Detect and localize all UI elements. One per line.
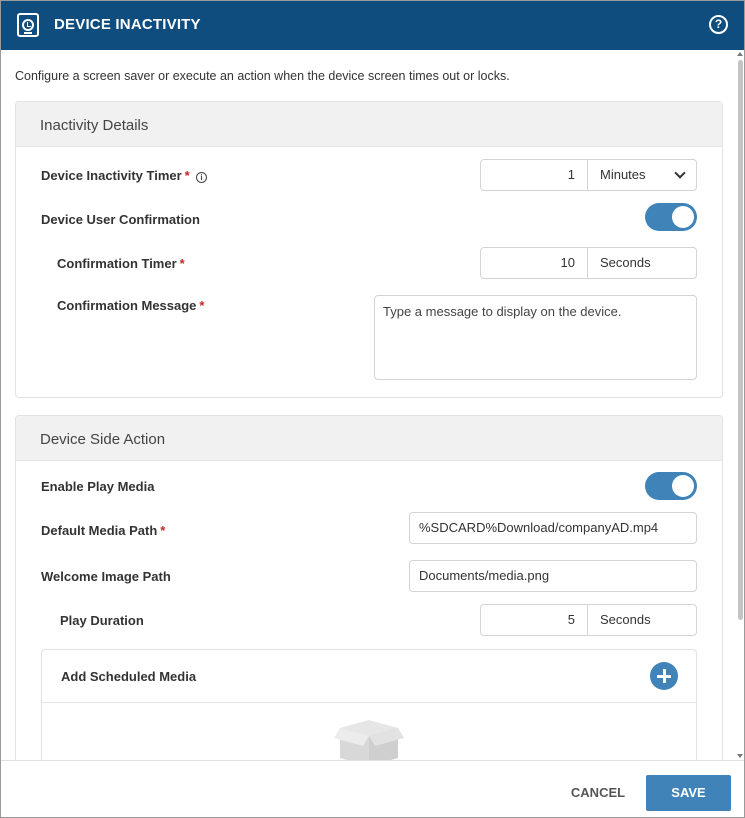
play-duration-label: Play Duration	[60, 613, 144, 628]
chevron-down-icon	[674, 167, 686, 179]
required-marker: *	[160, 523, 166, 538]
inactivity-timer-label: Device Inactivity Timer *	[41, 168, 190, 183]
scroll-down-arrow-icon[interactable]	[737, 754, 743, 758]
toggle-knob	[672, 206, 694, 228]
toggle-knob	[672, 475, 694, 497]
add-scheduled-media-label: Add Scheduled Media	[61, 669, 197, 684]
play-duration-input[interactable]: 5	[480, 604, 588, 636]
scheduled-media-panel: Add Scheduled Media	[41, 649, 697, 760]
inactivity-timer-input[interactable]: 1	[480, 159, 588, 191]
device-side-action-title: Device Side Action	[40, 431, 166, 448]
cancel-button[interactable]: CANCEL	[557, 775, 639, 811]
play-duration-unit: Seconds	[588, 604, 697, 636]
scroll-up-arrow-icon[interactable]	[737, 52, 743, 56]
help-icon[interactable]: ?	[709, 15, 728, 34]
plus-circle-icon[interactable]	[650, 662, 678, 690]
default-media-path-input[interactable]: %SDCARD%Download/companyAD.mp4	[409, 512, 697, 544]
device-clock-icon	[17, 13, 39, 37]
intro-text: Configure a screen saver or execute an a…	[15, 69, 510, 83]
required-marker: *	[199, 298, 205, 313]
enable-play-media-label: Enable Play Media	[41, 479, 155, 494]
confirmation-timer-label: Confirmation Timer *	[57, 256, 185, 271]
dialog-footer: CANCEL SAVE	[1, 760, 744, 817]
empty-box-icon	[334, 720, 404, 760]
welcome-image-path-input[interactable]: Documents/media.png	[409, 560, 697, 592]
user-confirmation-label: Device User Confirmation	[41, 212, 200, 227]
play-media-toggle[interactable]	[645, 472, 697, 500]
user-confirmation-toggle[interactable]	[645, 203, 697, 231]
confirmation-message-textarea[interactable]: Type a message to display on the device.	[374, 295, 697, 380]
inactivity-details-card: Inactivity Details Device Inactivity Tim…	[15, 101, 723, 398]
dialog-header: DEVICE INACTIVITY ?	[1, 1, 744, 50]
default-media-path-label: Default Media Path *	[41, 523, 166, 538]
required-marker: *	[184, 168, 190, 183]
confirmation-message-label: Confirmation Message *	[57, 298, 205, 313]
dialog-body[interactable]: Configure a screen saver or execute an a…	[1, 50, 744, 760]
confirmation-timer-input[interactable]: 10	[480, 247, 588, 279]
inactivity-timer-unit-select[interactable]: Minutes	[588, 159, 697, 191]
info-icon[interactable]: i	[196, 172, 207, 183]
vertical-scrollbar[interactable]	[736, 50, 744, 760]
inactivity-details-title: Inactivity Details	[40, 117, 149, 134]
confirmation-timer-unit: Seconds	[588, 247, 697, 279]
save-button[interactable]: SAVE	[646, 775, 731, 811]
required-marker: *	[179, 256, 185, 271]
welcome-image-path-label: Welcome Image Path	[41, 569, 171, 584]
dialog-title: DEVICE INACTIVITY	[54, 16, 201, 33]
scroll-thumb[interactable]	[738, 60, 743, 620]
dialog: DEVICE INACTIVITY ? Configure a screen s…	[0, 0, 745, 818]
device-side-action-card: Device Side Action Enable Play Media Def…	[15, 415, 723, 760]
